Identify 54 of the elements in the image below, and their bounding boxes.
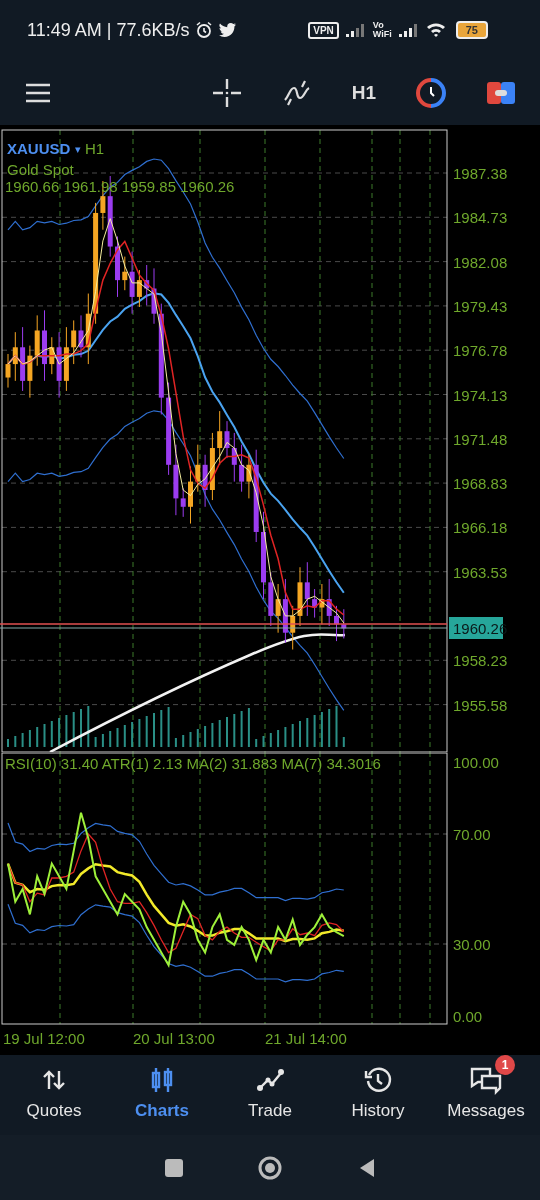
chat-icon bbox=[469, 1065, 503, 1095]
price-axis-label: 1958.23 bbox=[453, 652, 508, 670]
time-axis-label: 21 Jul 14:00 bbox=[265, 1030, 347, 1047]
price-axis-label: 1979.43 bbox=[453, 297, 508, 315]
symbol-selector[interactable]: XAUUSD bbox=[7, 140, 71, 157]
price-axis-label: 1966.18 bbox=[453, 519, 508, 537]
status-time: 11:49 AM | 77.6KB/s bbox=[27, 19, 190, 41]
price-axis-label: 1963.53 bbox=[453, 563, 508, 581]
dropdown-icon[interactable]: ▾ bbox=[75, 143, 81, 155]
price-axis-label: 1971.48 bbox=[453, 430, 508, 448]
candlestick-icon bbox=[149, 1067, 175, 1093]
price-axis-label: 1987.38 bbox=[453, 165, 508, 182]
rsi-axis-label: 30.00 bbox=[453, 936, 491, 953]
candlestick bbox=[334, 605, 339, 642]
menu-icon[interactable] bbox=[24, 81, 52, 104]
recent-apps-button[interactable] bbox=[162, 1156, 185, 1179]
nav-tab[interactable]: Quotes bbox=[0, 1055, 108, 1135]
price-axis-label: 1974.13 bbox=[453, 386, 508, 404]
home-button[interactable] bbox=[257, 1154, 283, 1181]
history-icon bbox=[364, 1066, 392, 1094]
nav-tab[interactable]: History bbox=[324, 1055, 432, 1135]
price-axis-label: 1982.08 bbox=[453, 253, 508, 271]
price-axis-label: 1984.73 bbox=[453, 209, 508, 227]
notification-badge: 1 bbox=[495, 1055, 515, 1075]
signal-icon bbox=[344, 22, 367, 38]
vowifi-label: Vo bbox=[372, 21, 385, 30]
chart-timeframe: H1 bbox=[85, 140, 105, 157]
price-axis-label: 1976.78 bbox=[453, 342, 508, 360]
indicator-legend: RSI(10) 31.40 ATR(1) 2.13 MA(2) 31.883 MA(7) 34.3016 bbox=[5, 755, 381, 772]
nav-tab[interactable]: Trade bbox=[216, 1055, 324, 1135]
alarm-icon bbox=[195, 21, 214, 39]
wifi-icon bbox=[425, 22, 446, 38]
window-icon[interactable] bbox=[486, 79, 516, 106]
symbol-description: Gold Spot bbox=[7, 161, 74, 178]
vowifi-label: WiFi bbox=[372, 30, 392, 39]
clock-icon[interactable] bbox=[416, 77, 446, 108]
price-axis-label: 1968.83 bbox=[453, 475, 508, 493]
candlestick bbox=[115, 235, 120, 298]
bird-icon bbox=[219, 22, 238, 38]
rsi-axis-label: 100.00 bbox=[453, 754, 499, 771]
signal-icon bbox=[397, 22, 420, 38]
nav-tab[interactable]: 1 Messages bbox=[432, 1055, 540, 1135]
timeframe-button[interactable]: H1 bbox=[351, 81, 376, 104]
battery-icon: 75 bbox=[455, 21, 488, 39]
crosshair-icon[interactable] bbox=[211, 77, 242, 108]
vpn-badge: VPN bbox=[308, 21, 339, 39]
rsi-axis-label: 0.00 bbox=[453, 1008, 483, 1025]
price-axis-label: 1955.58 bbox=[453, 696, 508, 714]
nav-tab[interactable]: Charts bbox=[108, 1055, 216, 1135]
time-axis-label: 20 Jul 13:00 bbox=[133, 1030, 215, 1047]
trend-line-icon bbox=[256, 1067, 284, 1093]
candlestick bbox=[341, 608, 347, 639]
rsi-axis-label: 70.00 bbox=[453, 826, 491, 843]
time-axis-label: 19 Jul 12:00 bbox=[3, 1030, 85, 1047]
